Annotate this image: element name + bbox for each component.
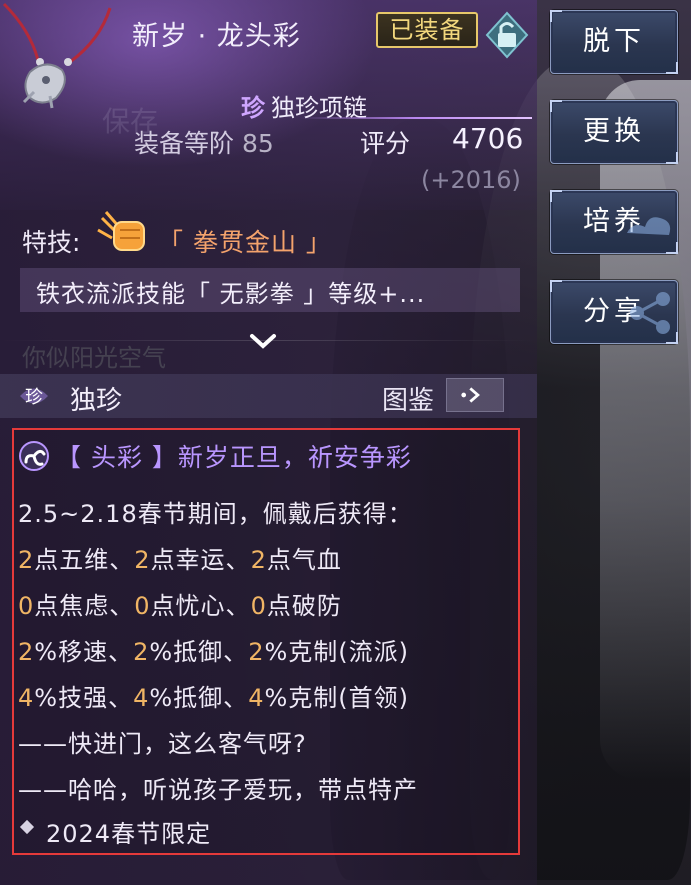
stat-number: 0 [250, 592, 267, 620]
tier-label: 装备等阶 [134, 129, 235, 158]
stat-text: 点五维、 [34, 546, 135, 574]
cloud-icon [627, 217, 671, 235]
stat-number: 2 [250, 546, 267, 574]
background-player-title: 你似阳光空气 [22, 344, 166, 372]
stat-text: %克制(流派) [264, 638, 409, 666]
bonus-stat-line-3: 2%移速、2%抵御、2%克制(流派) [18, 632, 409, 667]
score-value: 4706 [452, 122, 524, 155]
stat-number: 0 [134, 592, 151, 620]
replace-button-label: 更换 [583, 116, 645, 147]
stat-text: %技强、 [34, 684, 134, 712]
stat-number: 4 [133, 684, 150, 712]
bonus-stat-line-1: 2点五维、2点幸运、2点气血 [18, 540, 342, 575]
bonus-intro: 2.5~2.18春节期间，佩戴后获得： [18, 500, 413, 528]
stat-text: %抵御、 [149, 684, 249, 712]
equipped-badge: 已装备 [376, 12, 478, 48]
section-title: 独珍 [70, 386, 123, 416]
bonus-quote-1: ——快进门，这么客气呀? [18, 730, 307, 758]
stat-number: 2 [133, 638, 150, 666]
rarity-icon: 珍 [20, 387, 48, 408]
stat-number: 4 [248, 684, 265, 712]
chevron-down-icon[interactable] [248, 330, 278, 352]
arrow-right-icon[interactable] [446, 378, 504, 412]
stat-number: 2 [134, 546, 151, 574]
stat-text: %克制(首领) [264, 684, 409, 712]
unequip-button[interactable]: 脱下 [550, 10, 678, 74]
stat-text: 点气血 [266, 546, 342, 574]
atlas-label[interactable]: 图鉴 [382, 380, 434, 417]
background-character-hair [600, 80, 691, 780]
stat-number: 2 [18, 546, 35, 574]
replace-button[interactable]: 更换 [550, 100, 678, 164]
stat-text: 点破防 [266, 592, 342, 620]
stat-text: 点焦虑、 [34, 592, 135, 620]
item-detail-panel: 新岁 · 龙头彩 已装备 保存 珍独珍项链 装备等阶 85 评分 4706 (+2… [0, 0, 537, 885]
stat-number: 2 [248, 638, 265, 666]
bonus-stat-line-2: 0点焦虑、0点忧心、0点破防 [18, 586, 342, 621]
bonus-quote-2: ——哈哈，听说孩子爱玩，带点特产 [18, 776, 418, 804]
fist-icon [97, 211, 145, 251]
stat-number: 2 [18, 638, 35, 666]
lock-icon[interactable] [483, 11, 531, 59]
stat-number: 0 [18, 592, 35, 620]
stat-number: 4 [18, 684, 35, 712]
stat-text: 点忧心、 [150, 592, 251, 620]
stat-text: %抵御、 [149, 638, 249, 666]
score-label: 评分 [360, 129, 411, 158]
unequip-button-label: 脱下 [583, 26, 645, 57]
bonus-title: 【 头彩 】新岁正旦，祈安争彩 [56, 443, 412, 472]
share-icon [630, 292, 670, 334]
tier-value: 85 [242, 129, 274, 158]
bonus-title-row: 【 头彩 】新岁正旦，祈安争彩 [18, 438, 412, 474]
stat-text: 点幸运、 [150, 546, 251, 574]
share-button[interactable]: 分享 [550, 280, 678, 344]
skill-description: 铁衣流派技能「 无影拳 」等级+... [36, 280, 426, 308]
swirl-icon [19, 441, 49, 471]
skill-label: 特技: [22, 228, 81, 257]
skill-name: 「 拳贯金山 」 [158, 228, 332, 257]
bonus-stat-line-4: 4%技强、4%抵御、4%克制(首领) [18, 678, 409, 713]
score-delta: (+2016) [421, 166, 521, 194]
cultivate-button[interactable]: 培养 [550, 190, 678, 254]
item-name: 新岁 · 龙头彩 [132, 21, 301, 52]
limited-edition-label: 2024春节限定 [46, 820, 212, 848]
equipment-tier: 装备等阶 85 [134, 124, 274, 160]
section-mark-text: 珍 [25, 387, 43, 408]
rarity-underline [300, 117, 532, 119]
stat-text: %移速、 [34, 638, 134, 666]
rarity-mark: 珍 [241, 94, 265, 122]
